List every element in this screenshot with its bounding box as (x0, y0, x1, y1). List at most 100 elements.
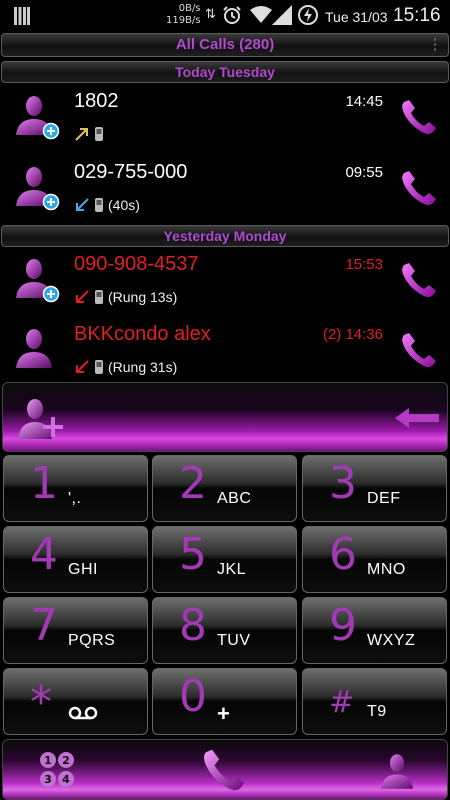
status-bar: 0B/s 119B/s ⇅ Tue 31/03 15:16 (0, 0, 450, 32)
key-letters: MNO (367, 561, 406, 578)
call-meta (74, 126, 104, 142)
section-header-yesterday: Yesterday Monday (1, 225, 449, 247)
keypad-key-4[interactable]: 4 GHI (3, 526, 148, 593)
missed-call-arrow-icon (76, 290, 89, 303)
key-digit: 5 (179, 529, 207, 580)
signal-icon (272, 5, 292, 25)
key-digit: * (30, 677, 52, 728)
call-meta: (40s) (74, 197, 140, 213)
key-digit: # (329, 685, 355, 720)
call-button-phone-icon[interactable] (398, 259, 440, 301)
status-time: 15:16 (393, 5, 441, 26)
keypad-key-2[interactable]: 2 ABC (152, 455, 297, 522)
call-time: 15:53 (345, 256, 383, 273)
mobile-phone-icon (95, 198, 103, 212)
key-letters: + (217, 701, 231, 726)
contact-avatar-icon (16, 259, 60, 303)
keypad-key-star[interactable]: * (3, 668, 148, 735)
speed-dial-icon[interactable]: 1 2 3 4 (39, 750, 77, 790)
call-button-phone-icon[interactable] (398, 167, 440, 209)
call-log-row[interactable]: BKKcondo alex (2) 14:36 (Rung 31s) (0, 317, 450, 381)
caller-name: 090-908-4537 (74, 253, 199, 275)
call-duration: (40s) (108, 197, 140, 213)
keypad-key-6[interactable]: 6 MNO (302, 526, 447, 593)
data-transfer-icon: ⇅ (205, 6, 216, 21)
keypad-key-hash[interactable]: # T9 (302, 668, 447, 735)
key-digit: 6 (329, 529, 357, 580)
speed-down: 0B/s (178, 3, 201, 14)
key-letters: WXYZ (367, 632, 416, 649)
contact-avatar-icon (16, 167, 60, 211)
key-digit: 1 (30, 458, 58, 509)
keypad-key-0[interactable]: 0 + (152, 668, 297, 735)
key-letters: ',. (68, 490, 82, 507)
call-meta: (Rung 31s) (74, 359, 177, 375)
caller-name: BKKcondo alex (74, 323, 211, 345)
keypad-key-5[interactable]: 5 JKL (152, 526, 297, 593)
mobile-phone-icon (95, 127, 103, 141)
add-contact-icon[interactable] (17, 395, 65, 443)
overflow-menu-icon[interactable] (434, 37, 436, 51)
dial-input-bar[interactable] (2, 382, 448, 452)
section-header-today: Today Tuesday (1, 61, 449, 83)
call-button-phone-icon[interactable] (398, 329, 440, 371)
key-digit: 3 (329, 458, 357, 509)
call-log-row[interactable]: 1802 14:45 (0, 84, 450, 156)
call-filter-header[interactable]: All Calls (280) (1, 33, 449, 57)
header-title: All Calls (280) (175, 36, 275, 53)
contact-avatar-icon (16, 96, 60, 140)
key-letters: TUV (217, 632, 251, 649)
caller-name: 1802 (74, 90, 119, 112)
section-label: Today Tuesday (175, 64, 275, 80)
speed-up: 119B/s (166, 15, 201, 26)
dial-call-button-icon[interactable] (199, 744, 249, 796)
keypad-key-9[interactable]: 9 WXYZ (302, 597, 447, 664)
contacts-icon[interactable] (375, 748, 419, 794)
key-digit: 4 (30, 529, 58, 580)
mobile-phone-icon (95, 360, 103, 374)
key-letters: PQRS (68, 632, 116, 649)
caller-name: 029-755-000 (74, 161, 188, 183)
key-digit: 8 (179, 600, 207, 651)
incoming-call-arrow-icon (76, 198, 89, 211)
dialer-action-bar: 1 2 3 4 (2, 739, 448, 800)
svg-text:1: 1 (44, 754, 52, 767)
mobile-phone-icon (95, 290, 103, 304)
call-time: 14:45 (345, 93, 383, 110)
missed-call-arrow-icon (76, 360, 89, 373)
call-time: 09:55 (345, 164, 383, 181)
data-saver-icon (298, 5, 318, 25)
keypad-key-8[interactable]: 8 TUV (152, 597, 297, 664)
outgoing-call-arrow-icon (75, 128, 88, 141)
network-speed: 0B/s 119B/s (166, 3, 201, 27)
backspace-icon[interactable] (395, 407, 439, 429)
status-date: Tue 31/03 (325, 9, 388, 25)
key-letters: DEF (367, 490, 401, 507)
call-time: (2) 14:36 (322, 326, 383, 343)
keypad-key-7[interactable]: 7 PQRS (3, 597, 148, 664)
keypad-key-3[interactable]: 3 DEF (302, 455, 447, 522)
key-letters: GHI (68, 561, 98, 578)
call-meta: (Rung 13s) (74, 289, 177, 305)
keypad-key-1[interactable]: 1 ',. (3, 455, 148, 522)
notification-bars-icon (14, 7, 30, 25)
alarm-icon (223, 6, 241, 24)
key-letters: ABC (217, 490, 252, 507)
svg-text:4: 4 (62, 773, 70, 786)
call-duration: (Rung 31s) (108, 359, 178, 375)
call-log-row[interactable]: 090-908-4537 15:53 (Rung 13s) (0, 247, 450, 319)
key-digit: 7 (30, 600, 58, 651)
key-letters: T9 (367, 703, 387, 720)
section-label: Yesterday Monday (163, 228, 287, 244)
contact-avatar-icon (16, 329, 52, 368)
svg-text:2: 2 (62, 754, 70, 767)
key-digit: 2 (179, 458, 207, 509)
wifi-icon (250, 6, 272, 23)
key-letters: JKL (217, 561, 247, 578)
call-button-phone-icon[interactable] (398, 96, 440, 138)
key-digit: 0 (179, 671, 207, 722)
key-digit: 9 (329, 600, 357, 651)
svg-text:3: 3 (44, 773, 52, 786)
call-duration: (Rung 13s) (108, 289, 178, 305)
call-log-row[interactable]: 029-755-000 09:55 (40s) (0, 155, 450, 227)
